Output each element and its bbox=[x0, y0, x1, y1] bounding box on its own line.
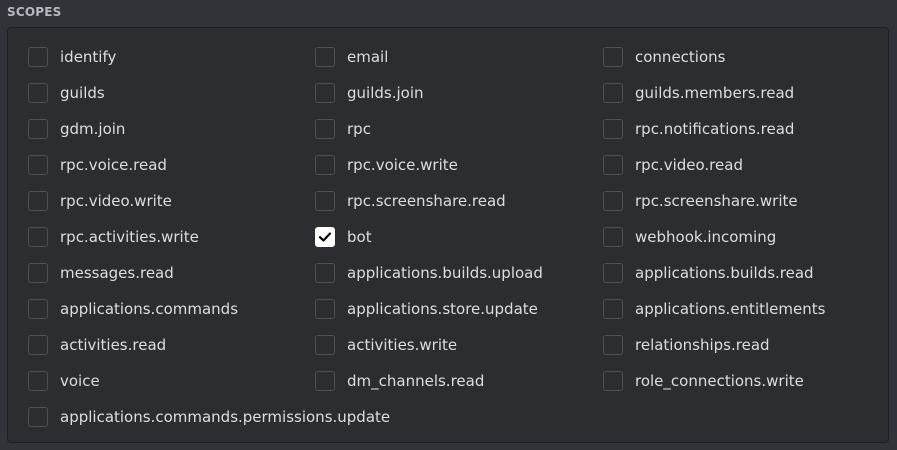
scope-label: rpc bbox=[347, 120, 371, 138]
scope-label: role_connections.write bbox=[635, 372, 804, 390]
scope-option-applications-commands-permissions-update[interactable]: applications.commands.permissions.update bbox=[28, 399, 390, 435]
scope-option-email[interactable]: email bbox=[315, 39, 603, 75]
scope-label: rpc.activities.write bbox=[60, 228, 199, 246]
scope-checkbox[interactable] bbox=[315, 227, 335, 247]
scope-checkbox[interactable] bbox=[28, 407, 48, 427]
scope-label: rpc.video.read bbox=[635, 156, 743, 174]
scope-label: connections bbox=[635, 48, 726, 66]
scope-option-rpc[interactable]: rpc bbox=[315, 111, 603, 147]
scope-option-rpc-voice-read[interactable]: rpc.voice.read bbox=[28, 147, 315, 183]
scope-option-guilds[interactable]: guilds bbox=[28, 75, 315, 111]
scope-option-rpc-video-read[interactable]: rpc.video.read bbox=[603, 147, 883, 183]
scope-checkbox[interactable] bbox=[315, 191, 335, 211]
scope-checkbox[interactable] bbox=[603, 83, 623, 103]
scope-checkbox[interactable] bbox=[28, 83, 48, 103]
scope-checkbox[interactable] bbox=[603, 335, 623, 355]
scope-checkbox[interactable] bbox=[28, 335, 48, 355]
scope-checkbox[interactable] bbox=[315, 83, 335, 103]
scope-label: gdm.join bbox=[60, 120, 126, 138]
scope-label: rpc.voice.write bbox=[347, 156, 458, 174]
scope-checkbox[interactable] bbox=[603, 263, 623, 283]
scope-checkbox[interactable] bbox=[315, 119, 335, 139]
scope-option-applications-store-update[interactable]: applications.store.update bbox=[315, 291, 603, 327]
scope-label: applications.commands bbox=[60, 300, 239, 318]
scope-label: rpc.voice.read bbox=[60, 156, 167, 174]
scope-label: applications.builds.read bbox=[635, 264, 814, 282]
scope-checkbox[interactable] bbox=[28, 263, 48, 283]
scope-label: guilds.join bbox=[347, 84, 424, 102]
scope-checkbox[interactable] bbox=[603, 155, 623, 175]
scopes-panel: identify email connections guilds guilds.joi… bbox=[7, 27, 889, 443]
scope-label: bot bbox=[347, 228, 372, 246]
scope-option-applications-builds-upload[interactable]: applications.builds.upload bbox=[315, 255, 603, 291]
scope-option-messages-read[interactable]: messages.read bbox=[28, 255, 315, 291]
scope-option-voice[interactable]: voice bbox=[28, 363, 315, 399]
scope-checkbox[interactable] bbox=[28, 155, 48, 175]
scope-checkbox[interactable] bbox=[28, 371, 48, 391]
scope-checkbox[interactable] bbox=[315, 299, 335, 319]
scope-option-webhook-incoming[interactable]: webhook.incoming bbox=[603, 219, 883, 255]
scope-option-activities-write[interactable]: activities.write bbox=[315, 327, 603, 363]
scope-label: identify bbox=[60, 48, 117, 66]
scope-label: webhook.incoming bbox=[635, 228, 777, 246]
scope-label: relationships.read bbox=[635, 336, 770, 354]
scope-option-gdm-join[interactable]: gdm.join bbox=[28, 111, 315, 147]
scope-label: applications.store.update bbox=[347, 300, 538, 318]
scope-option-role-connections-write[interactable]: role_connections.write bbox=[603, 363, 883, 399]
scope-option-relationships-read[interactable]: relationships.read bbox=[603, 327, 883, 363]
scope-option-applications-commands[interactable]: applications.commands bbox=[28, 291, 315, 327]
scope-option-applications-builds-read[interactable]: applications.builds.read bbox=[603, 255, 883, 291]
scope-option-bot[interactable]: bot bbox=[315, 219, 603, 255]
scope-label: messages.read bbox=[60, 264, 174, 282]
scope-label: rpc.notifications.read bbox=[635, 120, 795, 138]
scopes-heading: SCOPES bbox=[7, 5, 62, 19]
scope-label: applications.commands.permissions.update bbox=[60, 408, 391, 426]
scope-label: applications.entitlements bbox=[635, 300, 826, 318]
scope-label: activities.read bbox=[60, 336, 167, 354]
scope-label: activities.write bbox=[347, 336, 458, 354]
scope-checkbox[interactable] bbox=[315, 371, 335, 391]
scope-option-dm-channels-read[interactable]: dm_channels.read bbox=[315, 363, 603, 399]
scopes-grid: identify email connections guilds guilds.joi… bbox=[28, 39, 883, 435]
scope-option-activities-read[interactable]: activities.read bbox=[28, 327, 315, 363]
scope-checkbox[interactable] bbox=[315, 263, 335, 283]
scope-checkbox[interactable] bbox=[603, 299, 623, 319]
scope-option-guilds-join[interactable]: guilds.join bbox=[315, 75, 603, 111]
scope-checkbox[interactable] bbox=[603, 191, 623, 211]
scope-label: guilds.members.read bbox=[635, 84, 795, 102]
scope-checkbox[interactable] bbox=[315, 155, 335, 175]
checkmark-icon bbox=[318, 232, 332, 242]
scope-option-guilds-members-read[interactable]: guilds.members.read bbox=[603, 75, 883, 111]
scope-label: dm_channels.read bbox=[347, 372, 485, 390]
scope-option-rpc-notifications-read[interactable]: rpc.notifications.read bbox=[603, 111, 883, 147]
scope-checkbox[interactable] bbox=[315, 47, 335, 67]
scope-checkbox[interactable] bbox=[603, 227, 623, 247]
scope-label: guilds bbox=[60, 84, 105, 102]
scope-label: rpc.video.write bbox=[60, 192, 172, 210]
scope-option-applications-entitlements[interactable]: applications.entitlements bbox=[603, 291, 883, 327]
scope-option-rpc-screenshare-read[interactable]: rpc.screenshare.read bbox=[315, 183, 603, 219]
scope-checkbox[interactable] bbox=[28, 299, 48, 319]
scope-label: email bbox=[347, 48, 389, 66]
scope-label: rpc.screenshare.read bbox=[347, 192, 506, 210]
scope-option-identify[interactable]: identify bbox=[28, 39, 315, 75]
scope-label: rpc.screenshare.write bbox=[635, 192, 798, 210]
scope-checkbox[interactable] bbox=[28, 227, 48, 247]
scope-checkbox[interactable] bbox=[315, 335, 335, 355]
scope-checkbox[interactable] bbox=[28, 191, 48, 211]
scope-checkbox[interactable] bbox=[603, 47, 623, 67]
scope-option-rpc-video-write[interactable]: rpc.video.write bbox=[28, 183, 315, 219]
scope-label: applications.builds.upload bbox=[347, 264, 543, 282]
scope-checkbox[interactable] bbox=[28, 47, 48, 67]
scope-checkbox[interactable] bbox=[603, 371, 623, 391]
scope-option-rpc-screenshare-write[interactable]: rpc.screenshare.write bbox=[603, 183, 883, 219]
scope-checkbox[interactable] bbox=[603, 119, 623, 139]
scope-label: voice bbox=[60, 372, 100, 390]
scope-option-rpc-activities-write[interactable]: rpc.activities.write bbox=[28, 219, 315, 255]
scope-checkbox[interactable] bbox=[28, 119, 48, 139]
scope-option-connections[interactable]: connections bbox=[603, 39, 883, 75]
scope-option-rpc-voice-write[interactable]: rpc.voice.write bbox=[315, 147, 603, 183]
